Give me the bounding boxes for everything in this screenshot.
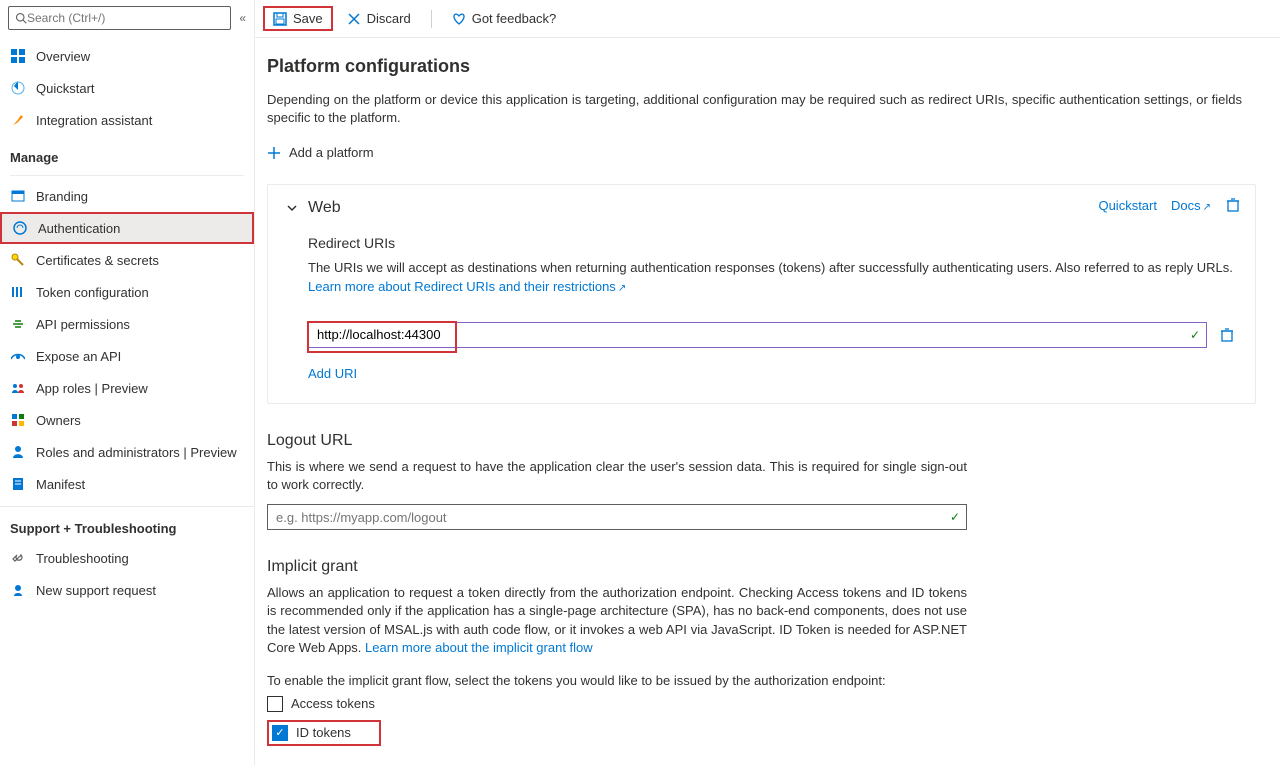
logout-text: This is where we send a request to have … xyxy=(267,458,967,494)
divider xyxy=(10,175,244,176)
platform-description: Depending on the platform or device this… xyxy=(267,91,1242,127)
sidebar-item-label: Troubleshooting xyxy=(36,551,129,566)
sidebar-item-label: Authentication xyxy=(38,221,120,236)
sidebar-item-integration[interactable]: Integration assistant xyxy=(0,104,254,136)
sidebar-item-roles-admins[interactable]: Roles and administrators | Preview xyxy=(0,436,254,468)
sidebar-item-quickstart[interactable]: Quickstart xyxy=(0,72,254,104)
support-icon xyxy=(10,582,26,598)
check-icon: ✓ xyxy=(950,510,960,524)
feedback-label: Got feedback? xyxy=(472,11,557,26)
overview-icon xyxy=(10,48,26,64)
key-icon xyxy=(10,252,26,268)
external-link-icon: ↗ xyxy=(618,283,626,294)
manifest-icon xyxy=(10,476,26,492)
implicit-enable-text: To enable the implicit grant flow, selec… xyxy=(267,673,1256,688)
sidebar-item-label: Manifest xyxy=(36,477,85,492)
delete-platform-button[interactable] xyxy=(1225,197,1241,213)
chevron-down-icon[interactable] xyxy=(286,202,298,214)
redirect-uri-input[interactable] xyxy=(317,323,1198,347)
redirect-learn-more-link[interactable]: Learn more about Redirect URIs and their… xyxy=(308,279,626,294)
implicit-title: Implicit grant xyxy=(267,558,1256,576)
docs-link[interactable]: Docs↗ xyxy=(1171,198,1211,213)
toolbar-separator xyxy=(431,10,432,28)
sidebar-item-label: Roles and administrators | Preview xyxy=(36,445,237,460)
sidebar-item-label: Overview xyxy=(36,49,90,64)
group-support: Support + Troubleshooting xyxy=(0,506,254,542)
discard-button[interactable]: Discard xyxy=(339,7,419,30)
sidebar-item-label: New support request xyxy=(36,583,156,598)
sidebar-item-label: Token configuration xyxy=(36,285,149,300)
id-tokens-row: ✓ ID tokens xyxy=(267,720,381,746)
quickstart-icon xyxy=(10,80,26,96)
add-platform-button[interactable]: Add a platform xyxy=(267,145,1256,160)
sidebar-item-label: Integration assistant xyxy=(36,113,152,128)
expose-icon xyxy=(10,348,26,364)
redirect-uris-text: The URIs we will accept as destinations … xyxy=(308,259,1237,295)
sidebar-item-branding[interactable]: Branding xyxy=(0,180,254,212)
wrench-icon xyxy=(10,550,26,566)
web-panel: Web Quickstart Docs↗ Redirect URIs The U… xyxy=(267,184,1256,403)
heart-icon xyxy=(452,12,466,26)
sidebar-item-label: Owners xyxy=(36,413,81,428)
sidebar-item-api-permissions[interactable]: API permissions xyxy=(0,308,254,340)
platform-title: Platform configurations xyxy=(267,56,1256,77)
approles-icon xyxy=(10,380,26,396)
delete-uri-button[interactable] xyxy=(1217,325,1237,345)
group-manage: Manage xyxy=(0,136,254,171)
token-icon xyxy=(10,284,26,300)
access-tokens-checkbox[interactable] xyxy=(267,696,283,712)
implicit-learn-more-link[interactable]: Learn more about the implicit grant flow xyxy=(365,640,593,655)
sidebar-item-authentication[interactable]: Authentication xyxy=(0,212,254,244)
id-tokens-label: ID tokens xyxy=(296,725,351,740)
access-tokens-label: Access tokens xyxy=(291,696,375,711)
quickstart-link[interactable]: Quickstart xyxy=(1098,198,1157,213)
owners-icon xyxy=(10,412,26,428)
sidebar-item-app-roles[interactable]: App roles | Preview xyxy=(0,372,254,404)
redirect-uri-input-wrapper: ✓ xyxy=(308,322,1207,348)
add-uri-link[interactable]: Add URI xyxy=(308,366,1237,381)
save-button[interactable]: Save xyxy=(263,6,333,31)
search-icon xyxy=(15,12,27,24)
sidebar-item-expose-api[interactable]: Expose an API xyxy=(0,340,254,372)
collapse-sidebar-icon[interactable]: « xyxy=(239,11,246,25)
sidebar-item-overview[interactable]: Overview xyxy=(0,40,254,72)
external-link-icon: ↗ xyxy=(1203,202,1211,213)
sidebar-item-label: Branding xyxy=(36,189,88,204)
sidebar-item-troubleshooting[interactable]: Troubleshooting xyxy=(0,542,254,574)
web-panel-title: Web xyxy=(308,199,341,217)
sidebar-item-label: API permissions xyxy=(36,317,130,332)
rocket-icon xyxy=(10,112,26,128)
search-box[interactable] xyxy=(8,6,231,30)
implicit-text: Allows an application to request a token… xyxy=(267,584,967,657)
branding-icon xyxy=(10,188,26,204)
add-platform-label: Add a platform xyxy=(289,145,374,160)
id-tokens-checkbox[interactable]: ✓ xyxy=(272,725,288,741)
sidebar-item-label: Certificates & secrets xyxy=(36,253,159,268)
plus-icon xyxy=(267,146,281,160)
sidebar-item-label: Quickstart xyxy=(36,81,95,96)
sidebar-item-owners[interactable]: Owners xyxy=(0,404,254,436)
redirect-uris-title: Redirect URIs xyxy=(308,235,1237,251)
sidebar-item-new-support[interactable]: New support request xyxy=(0,574,254,606)
sidebar-item-manifest[interactable]: Manifest xyxy=(0,468,254,500)
authentication-icon xyxy=(12,220,28,236)
logout-title: Logout URL xyxy=(267,432,1256,450)
logout-input-wrapper: ✓ xyxy=(267,504,967,530)
close-icon xyxy=(347,12,361,26)
search-input[interactable] xyxy=(27,11,224,25)
save-label: Save xyxy=(293,11,323,26)
sidebar-item-certificates[interactable]: Certificates & secrets xyxy=(0,244,254,276)
feedback-button[interactable]: Got feedback? xyxy=(444,7,565,30)
sidebar-item-token-config[interactable]: Token configuration xyxy=(0,276,254,308)
access-tokens-row: Access tokens xyxy=(267,696,1256,712)
logout-url-input[interactable] xyxy=(276,505,958,529)
roles-admin-icon xyxy=(10,444,26,460)
check-icon: ✓ xyxy=(1190,328,1200,342)
api-icon xyxy=(10,316,26,332)
discard-label: Discard xyxy=(367,11,411,26)
sidebar-item-label: App roles | Preview xyxy=(36,381,148,396)
sidebar-item-label: Expose an API xyxy=(36,349,121,364)
save-icon xyxy=(273,12,287,26)
